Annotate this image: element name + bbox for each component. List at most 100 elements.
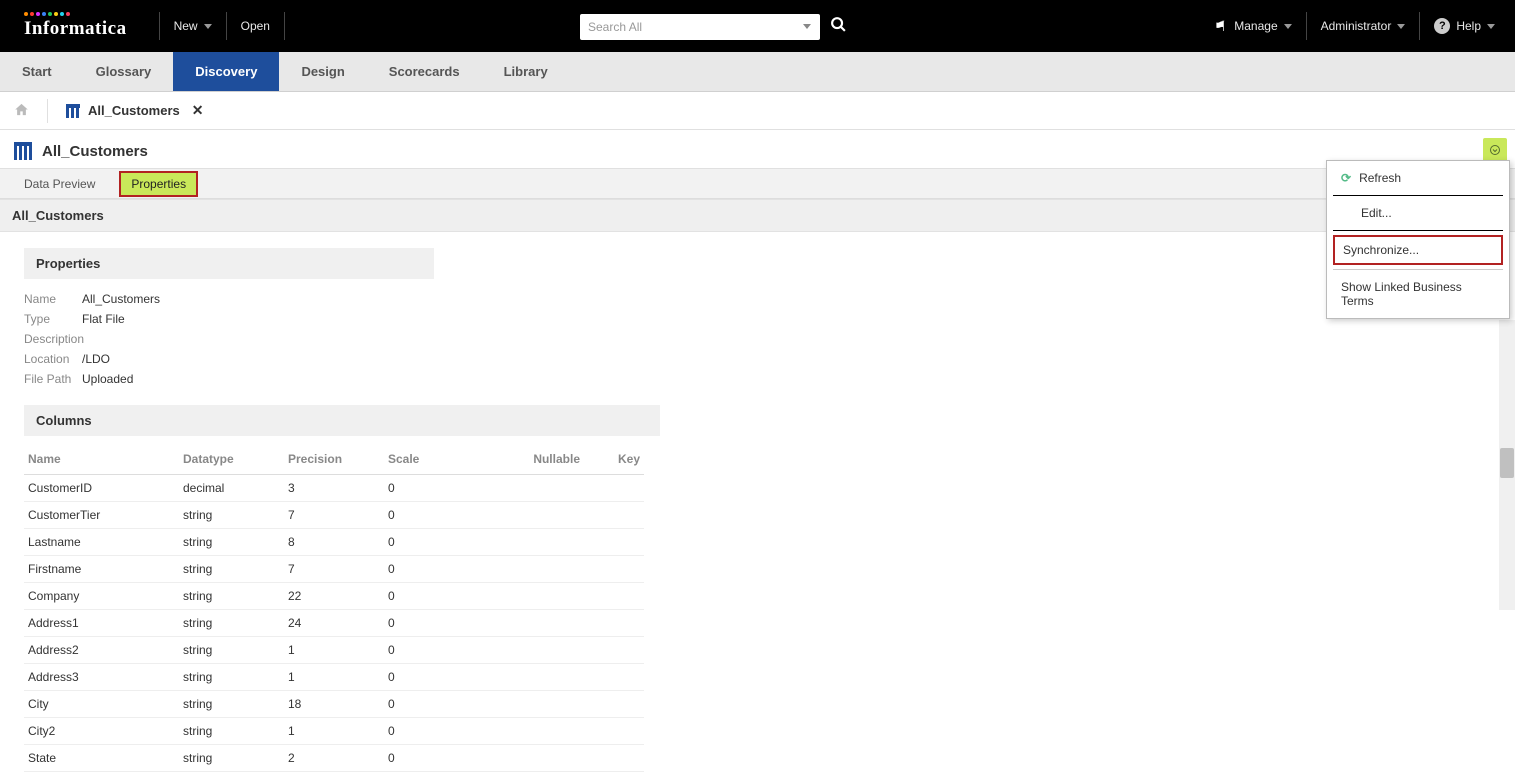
menu-label: Synchronize... (1343, 243, 1419, 257)
doc-tab-title: All_Customers (88, 103, 180, 118)
cell-nullable (484, 745, 584, 772)
menu-edit[interactable]: Edit... (1327, 196, 1509, 230)
menu-separator (1333, 230, 1503, 231)
manage-menu[interactable]: Manage (1234, 19, 1291, 33)
divider (1419, 12, 1420, 40)
refresh-icon (1341, 171, 1351, 185)
main-nav: Start Glossary Discovery Design Scorecar… (0, 52, 1515, 92)
table-row[interactable]: CustomerIDdecimal30 (24, 475, 644, 502)
cell-nullable (484, 583, 584, 610)
search-scope-dropdown[interactable] (803, 24, 811, 29)
tab-properties[interactable]: Properties (119, 171, 198, 197)
cell-datatype: string (179, 583, 284, 610)
page-title-row: All_Customers (0, 130, 1515, 169)
help-icon[interactable]: ? (1434, 18, 1450, 34)
search-input[interactable] (580, 14, 820, 40)
table-row[interactable]: Statestring20 (24, 745, 644, 772)
cell-key (584, 529, 644, 556)
menu-label: Show Linked Business Terms (1341, 280, 1495, 308)
cell-precision: 3 (284, 475, 384, 502)
table-row[interactable]: Citystring180 (24, 691, 644, 718)
cell-datatype: string (179, 691, 284, 718)
th-key: Key (584, 444, 644, 475)
menu-label: Refresh (1359, 171, 1401, 185)
cell-nullable (484, 529, 584, 556)
nav-glossary[interactable]: Glossary (74, 52, 174, 91)
chevron-down-icon (1487, 24, 1495, 29)
cell-datatype: string (179, 529, 284, 556)
home-icon[interactable] (14, 102, 29, 120)
content-area: Properties Name All_Customers Type Flat … (0, 248, 1515, 772)
scrollbar-thumb[interactable] (1500, 448, 1514, 478)
cell-datatype: string (179, 556, 284, 583)
nav-library[interactable]: Library (482, 52, 570, 91)
columns-header: Columns (24, 405, 660, 436)
table-row[interactable]: Address2string10 (24, 637, 644, 664)
prop-label: File Path (24, 372, 82, 386)
cell-precision: 1 (284, 718, 384, 745)
cell-precision: 2 (284, 745, 384, 772)
cell-nullable (484, 610, 584, 637)
actions-menu-button[interactable] (1483, 138, 1507, 162)
cell-datatype: string (179, 718, 284, 745)
cell-name: Company (24, 583, 179, 610)
cell-nullable (484, 556, 584, 583)
divider (47, 99, 48, 123)
nav-start[interactable]: Start (0, 52, 74, 91)
nav-discovery[interactable]: Discovery (173, 52, 279, 91)
new-menu[interactable]: New (174, 19, 212, 33)
prop-row-location: Location /LDO (24, 349, 1491, 369)
cell-precision: 24 (284, 610, 384, 637)
table-row[interactable]: City2string10 (24, 718, 644, 745)
cell-datatype: string (179, 745, 284, 772)
cell-name: City2 (24, 718, 179, 745)
cell-scale: 0 (384, 583, 484, 610)
menu-synchronize[interactable]: Synchronize... (1333, 235, 1503, 265)
tab-data-preview[interactable]: Data Preview (14, 173, 105, 195)
th-nullable: Nullable (484, 444, 584, 475)
cell-scale: 0 (384, 556, 484, 583)
th-precision: Precision (284, 444, 384, 475)
table-icon (14, 142, 32, 160)
search-icon[interactable] (830, 16, 847, 38)
help-menu[interactable]: Help (1456, 19, 1495, 33)
table-icon (66, 104, 80, 118)
cell-scale: 0 (384, 637, 484, 664)
properties-grid: Name All_Customers Type Flat File Descri… (24, 289, 1491, 389)
doc-tab[interactable]: All_Customers ✕ (66, 102, 203, 119)
nav-scorecards[interactable]: Scorecards (367, 52, 482, 91)
table-row[interactable]: CustomerTierstring70 (24, 502, 644, 529)
cell-scale: 0 (384, 502, 484, 529)
close-icon[interactable]: ✕ (192, 102, 204, 119)
columns-table: Name Datatype Precision Scale Nullable K… (24, 444, 644, 772)
help-label: Help (1456, 19, 1481, 33)
table-row[interactable]: Address1string240 (24, 610, 644, 637)
cell-datatype: string (179, 610, 284, 637)
table-row[interactable]: Firstnamestring70 (24, 556, 644, 583)
cell-nullable (484, 718, 584, 745)
flag-icon[interactable]: ⚑ (1214, 18, 1227, 35)
table-row[interactable]: Address3string10 (24, 664, 644, 691)
cell-datatype: string (179, 502, 284, 529)
cell-precision: 7 (284, 556, 384, 583)
cell-precision: 1 (284, 637, 384, 664)
cell-name: Address1 (24, 610, 179, 637)
open-button[interactable]: Open (241, 19, 270, 33)
cell-scale: 0 (384, 475, 484, 502)
table-row[interactable]: Lastnamestring80 (24, 529, 644, 556)
cell-nullable (484, 691, 584, 718)
cell-key (584, 556, 644, 583)
menu-show-linked-terms[interactable]: Show Linked Business Terms (1327, 270, 1509, 318)
cell-key (584, 610, 644, 637)
prop-label: Description (24, 332, 94, 346)
cell-scale: 0 (384, 529, 484, 556)
prop-label: Name (24, 292, 82, 306)
prop-row-filepath: File Path Uploaded (24, 369, 1491, 389)
cell-key (584, 583, 644, 610)
menu-refresh[interactable]: Refresh (1327, 161, 1509, 195)
nav-design[interactable]: Design (279, 52, 366, 91)
divider (226, 12, 227, 40)
table-row[interactable]: Companystring220 (24, 583, 644, 610)
administrator-menu[interactable]: Administrator (1321, 19, 1406, 33)
top-bar: Informatica New Open ⚑ Manage Administra… (0, 0, 1515, 52)
